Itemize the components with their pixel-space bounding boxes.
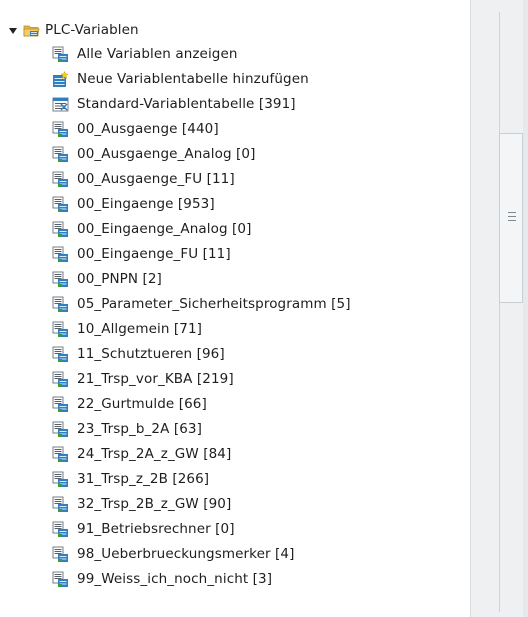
tree-item-tag-table[interactable]: 00_Eingaenge [953]: [52, 192, 215, 217]
tree-item-label: 00_Ausgaenge_FU [11]: [77, 171, 235, 187]
tag-table-icon: [52, 121, 69, 138]
tree-item-label: 11_Schutztueren [96]: [77, 346, 225, 362]
tree-item-label: 00_Ausgaenge_Analog [0]: [77, 146, 256, 162]
tag-table-icon: [52, 296, 69, 313]
tree-item-label: 00_PNPN [2]: [77, 271, 162, 287]
tree-item-label: 32_Trsp_2B_z_GW [90]: [77, 496, 232, 512]
tree-item-label: 91_Betriebsrechner [0]: [77, 521, 235, 537]
tree-item-label: 24_Trsp_2A_z_GW [84]: [77, 446, 232, 462]
tag-table-icon: [52, 446, 69, 463]
tree-item-tag-table[interactable]: 00_Eingaenge_Analog [0]: [52, 217, 251, 242]
tag-table-icon: [52, 496, 69, 513]
scrollbar-thumb[interactable]: [499, 133, 523, 303]
tree-item-label: 21_Trsp_vor_KBA [219]: [77, 371, 234, 387]
tree-item-tag-table[interactable]: 32_Trsp_2B_z_GW [90]: [52, 492, 231, 517]
tree-item-label: 00_Eingaenge_Analog [0]: [77, 221, 252, 237]
tree-item-tag-table[interactable]: 00_PNPN [2]: [52, 267, 162, 292]
tree-item-tag-table[interactable]: 22_Gurtmulde [66]: [52, 392, 207, 417]
tree-item-tag-table[interactable]: 21_Trsp_vor_KBA [219]: [52, 367, 234, 392]
tree-item-tag-table[interactable]: 05_Parameter_Sicherheitsprogramm [5]: [52, 292, 351, 317]
tree-item-label: 22_Gurtmulde [66]: [77, 396, 207, 412]
tree-item-add-tag-table[interactable]: Neue Variablentabelle hinzufügen: [52, 67, 309, 92]
tag-table-icon: [52, 246, 69, 263]
tag-table-icon: [52, 396, 69, 413]
tree-item-tag-table[interactable]: 00_Eingaenge_FU [11]: [52, 242, 231, 267]
tree-item-tag-table[interactable]: 23_Trsp_b_2A [63]: [52, 417, 202, 442]
tree-item-label: 98_Ueberbrueckungsmerker [4]: [77, 546, 295, 562]
project-tree-panel: PLC-Variablen Alle Variablen anzeigen Ne…: [0, 0, 470, 617]
add-tag-table-icon: [52, 70, 69, 88]
tag-table-icon: [52, 421, 69, 438]
tree-item-tag-table[interactable]: 00_Ausgaenge_FU [11]: [52, 167, 235, 192]
tree-item-label: 10_Allgemein [71]: [77, 321, 203, 337]
tree-item-label: Alle Variablen anzeigen: [77, 46, 238, 62]
tag-table-icon: [52, 271, 69, 288]
scrollbar-track[interactable]: [499, 12, 500, 612]
tree-item-tag-table[interactable]: 24_Trsp_2A_z_GW [84]: [52, 442, 231, 467]
tree-item-tag-table[interactable]: 00_Ausgaenge_Analog [0]: [52, 142, 255, 167]
panel-edge: [523, 0, 528, 617]
tree-item-tag-table[interactable]: 00_Ausgaenge [440]: [52, 117, 219, 142]
vertical-scrollbar[interactable]: [471, 0, 528, 617]
tree-item-label: Neue Variablentabelle hinzufügen: [77, 71, 309, 87]
folder-icon: [23, 22, 40, 39]
tag-table-icon: [52, 146, 69, 163]
tag-table-icon: [52, 321, 69, 338]
tag-table-icon: [52, 571, 69, 588]
tree-item-label: 05_Parameter_Sicherheitsprogramm [5]: [77, 296, 351, 312]
tag-table-icon: [52, 521, 69, 538]
tree-item-label: 99_Weiss_ich_noch_nicht [3]: [77, 571, 273, 587]
tree-node-plc-variables[interactable]: PLC-Variablen: [7, 18, 139, 43]
tree-item-tag-table[interactable]: 91_Betriebsrechner [0]: [52, 517, 235, 542]
tree-item-show-all-tags[interactable]: Alle Variablen anzeigen: [52, 42, 238, 67]
tree-item-label: 00_Eingaenge_FU [11]: [77, 246, 231, 262]
tree-item-tag-table[interactable]: 10_Allgemein [71]: [52, 317, 202, 342]
tree-item-tag-table[interactable]: 98_Ueberbrueckungsmerker [4]: [52, 542, 294, 567]
tag-table-icon: [52, 221, 69, 238]
tree-item-label: 00_Ausgaenge [440]: [77, 121, 219, 137]
tag-table-icon: [52, 171, 69, 188]
tree-item-label: 00_Eingaenge [953]: [77, 196, 215, 212]
expand-collapse-icon[interactable]: [7, 25, 19, 37]
tree-node-label: PLC-Variablen: [45, 22, 139, 38]
tree-item-label: 31_Trsp_z_2B [266]: [77, 471, 210, 487]
tag-table-icon: [52, 346, 69, 363]
tree-item-label: 23_Trsp_b_2A [63]: [77, 421, 202, 437]
tree-item-tag-table[interactable]: 31_Trsp_z_2B [266]: [52, 467, 209, 492]
tree-item-tag-table[interactable]: 11_Schutztueren [96]: [52, 342, 225, 367]
tag-table-icon: [52, 471, 69, 488]
tag-table-icon: [52, 371, 69, 388]
tree-item-default-tag-table[interactable]: Standard-Variablentabelle [391]: [52, 92, 296, 117]
tag-table-icon: [52, 546, 69, 563]
tag-table-icon: [52, 196, 69, 213]
tree-item-label: Standard-Variablentabelle [391]: [77, 96, 296, 112]
grip-icon: [508, 212, 516, 221]
tree-item-tag-table[interactable]: 99_Weiss_ich_noch_nicht [3]: [52, 567, 272, 592]
default-tag-table-icon: [52, 96, 69, 113]
show-all-tags-icon: [52, 46, 69, 63]
